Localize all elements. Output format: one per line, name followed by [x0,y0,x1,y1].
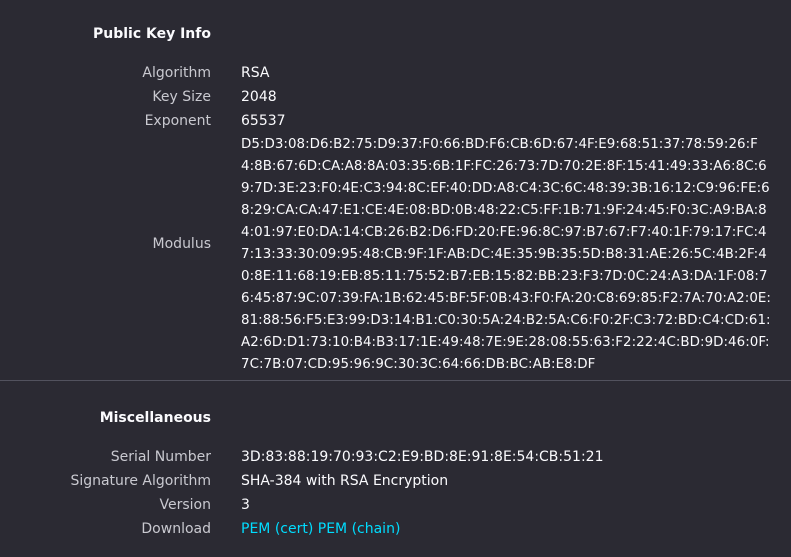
miscellaneous-section: Miscellaneous Serial Number 3D:83:88:19:… [0,381,791,557]
download-links: PEM (cert) PEM (chain) [241,517,400,541]
serial-number-value: 3D:83:88:19:70:93:C2:E9:BD:8E:91:8E:54:C… [241,449,604,465]
version-value: 3 [241,497,250,513]
exponent-value: 65537 [241,113,286,129]
download-label: Download [141,521,211,537]
algorithm-label: Algorithm [142,65,211,81]
exponent-row: Exponent 65537 [0,109,791,133]
key-size-label: Key Size [152,89,211,105]
version-row: Version 3 [0,493,791,517]
signature-algorithm-value: SHA-384 with RSA Encryption [241,473,449,489]
modulus-label: Modulus [152,236,211,252]
modulus-value: D5:D3:08:D6:B2:75:D9:37:F0:66:BD:F6:CB:6… [241,137,771,372]
serial-number-row: Serial Number 3D:83:88:19:70:93:C2:E9:BD… [0,445,791,469]
signature-algorithm-label: Signature Algorithm [70,473,211,489]
signature-algorithm-row: Signature Algorithm SHA-384 with RSA Enc… [0,469,791,493]
public-key-info-title: Public Key Info [92,26,211,42]
pem-chain-link[interactable]: PEM (chain) [318,521,401,537]
version-label: Version [159,497,211,513]
key-size-value: 2048 [241,89,277,105]
download-row: Download PEM (cert) PEM (chain) [0,517,791,541]
algorithm-row: Algorithm RSA [0,61,791,85]
key-size-row: Key Size 2048 [0,85,791,109]
pem-cert-link[interactable]: PEM (cert) [241,521,313,537]
miscellaneous-title: Miscellaneous [99,410,211,426]
serial-number-label: Serial Number [110,449,211,465]
exponent-label: Exponent [144,113,211,129]
public-key-info-section: Public Key Info Algorithm RSA Key Size 2… [0,0,791,380]
algorithm-value: RSA [241,65,270,81]
